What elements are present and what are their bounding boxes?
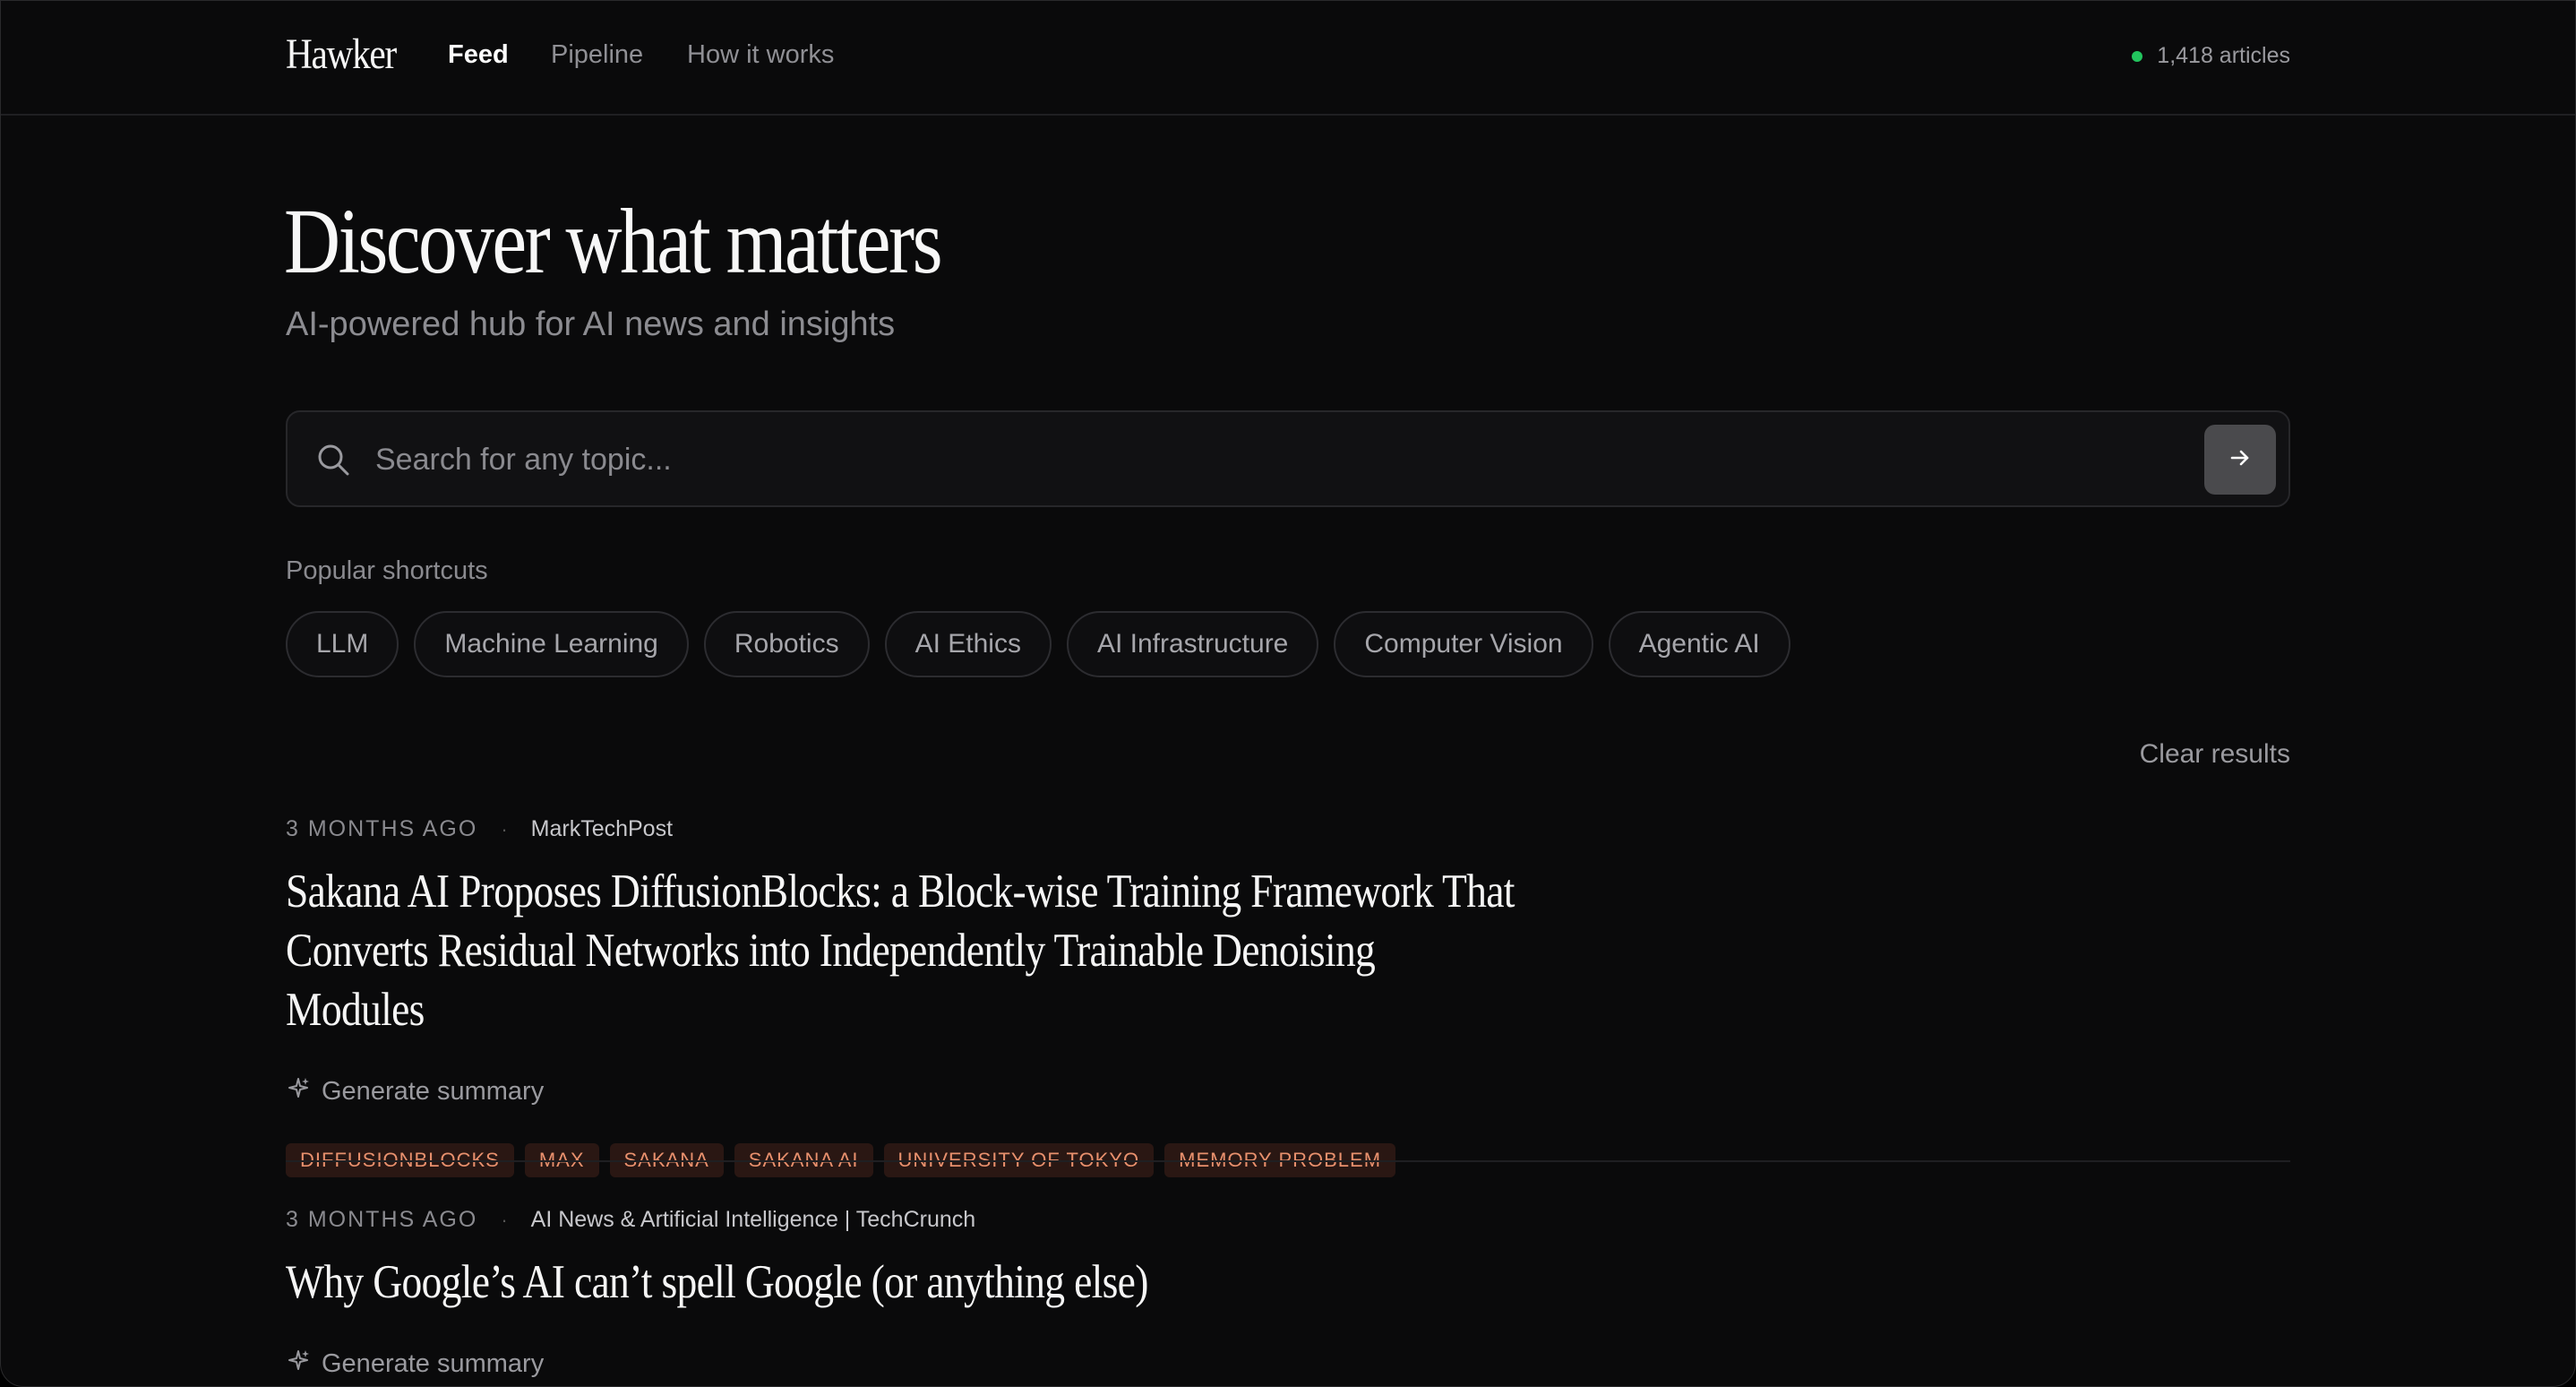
article-card: 3 MONTHS AGO · MarkTechPost Sakana AI Pr…: [286, 816, 2290, 1177]
article-count: 1,418 articles: [2157, 43, 2290, 68]
article-time: 3 MONTHS AGO: [286, 1207, 478, 1232]
article-title[interactable]: Sakana AI Proposes DiffusionBlocks: a Bl…: [286, 862, 1518, 1039]
app-window: Hawker Feed Pipeline How it works 1,418 …: [0, 0, 2576, 1387]
generate-summary-label: Generate summary: [322, 1076, 545, 1106]
article-meta: 3 MONTHS AGO · MarkTechPost: [286, 816, 2290, 842]
article-source[interactable]: MarkTechPost: [531, 816, 673, 842]
article-divider: [286, 1160, 2290, 1162]
status-dot-icon: [2132, 50, 2143, 62]
shortcut-chip-ai-ethics[interactable]: AI Ethics: [884, 611, 1052, 677]
sparkle-icon: [286, 1348, 322, 1380]
search-icon: [316, 443, 350, 477]
logo[interactable]: Hawker: [286, 30, 397, 79]
generate-summary-button[interactable]: Generate summary: [286, 1348, 2290, 1380]
shortcut-chip-machine-learning[interactable]: Machine Learning: [414, 611, 689, 677]
article-meta: 3 MONTHS AGO · AI News & Artificial Inte…: [286, 1207, 2290, 1233]
shortcuts-label: Popular shortcuts: [286, 556, 488, 585]
search-input[interactable]: [374, 430, 2168, 489]
page-subtitle: AI-powered hub for AI news and insights: [286, 306, 896, 343]
shortcut-chip-computer-vision[interactable]: Computer Vision: [1334, 611, 1593, 677]
search-submit-button[interactable]: [2204, 425, 2276, 495]
meta-separator: ·: [501, 1208, 508, 1231]
page-title: Discover what matters: [284, 190, 943, 293]
shortcut-chip-agentic-ai[interactable]: Agentic AI: [1608, 611, 1790, 677]
article-source[interactable]: AI News & Artificial Intelligence | Tech…: [531, 1207, 976, 1233]
sparkle-icon: [286, 1075, 322, 1107]
nav-feed[interactable]: Feed: [448, 40, 509, 70]
nav-pipeline[interactable]: Pipeline: [551, 40, 643, 70]
nav-how-it-works[interactable]: How it works: [687, 40, 834, 70]
top-navigation-bar: Hawker Feed Pipeline How it works 1,418 …: [1, 1, 2575, 116]
article-time: 3 MONTHS AGO: [286, 816, 478, 841]
shortcut-chip-llm[interactable]: LLM: [286, 611, 399, 677]
arrow-right-icon: [2228, 446, 2252, 474]
meta-separator: ·: [501, 817, 508, 840]
article-count-status: 1,418 articles: [2132, 43, 2290, 69]
shortcut-chip-ai-infrastructure[interactable]: AI Infrastructure: [1066, 611, 1319, 677]
shortcut-chips: LLM Machine Learning Robotics AI Ethics …: [286, 611, 1790, 677]
generate-summary-button[interactable]: Generate summary: [286, 1075, 2290, 1107]
generate-summary-label: Generate summary: [322, 1348, 545, 1378]
shortcut-chip-robotics[interactable]: Robotics: [703, 611, 870, 677]
clear-results-button[interactable]: Clear results: [2140, 739, 2290, 770]
article-card: 3 MONTHS AGO · AI News & Artificial Inte…: [286, 1207, 2290, 1380]
article-title[interactable]: Why Google’s AI can’t spell Google (or a…: [286, 1253, 1518, 1312]
search-bar: [286, 410, 2290, 507]
